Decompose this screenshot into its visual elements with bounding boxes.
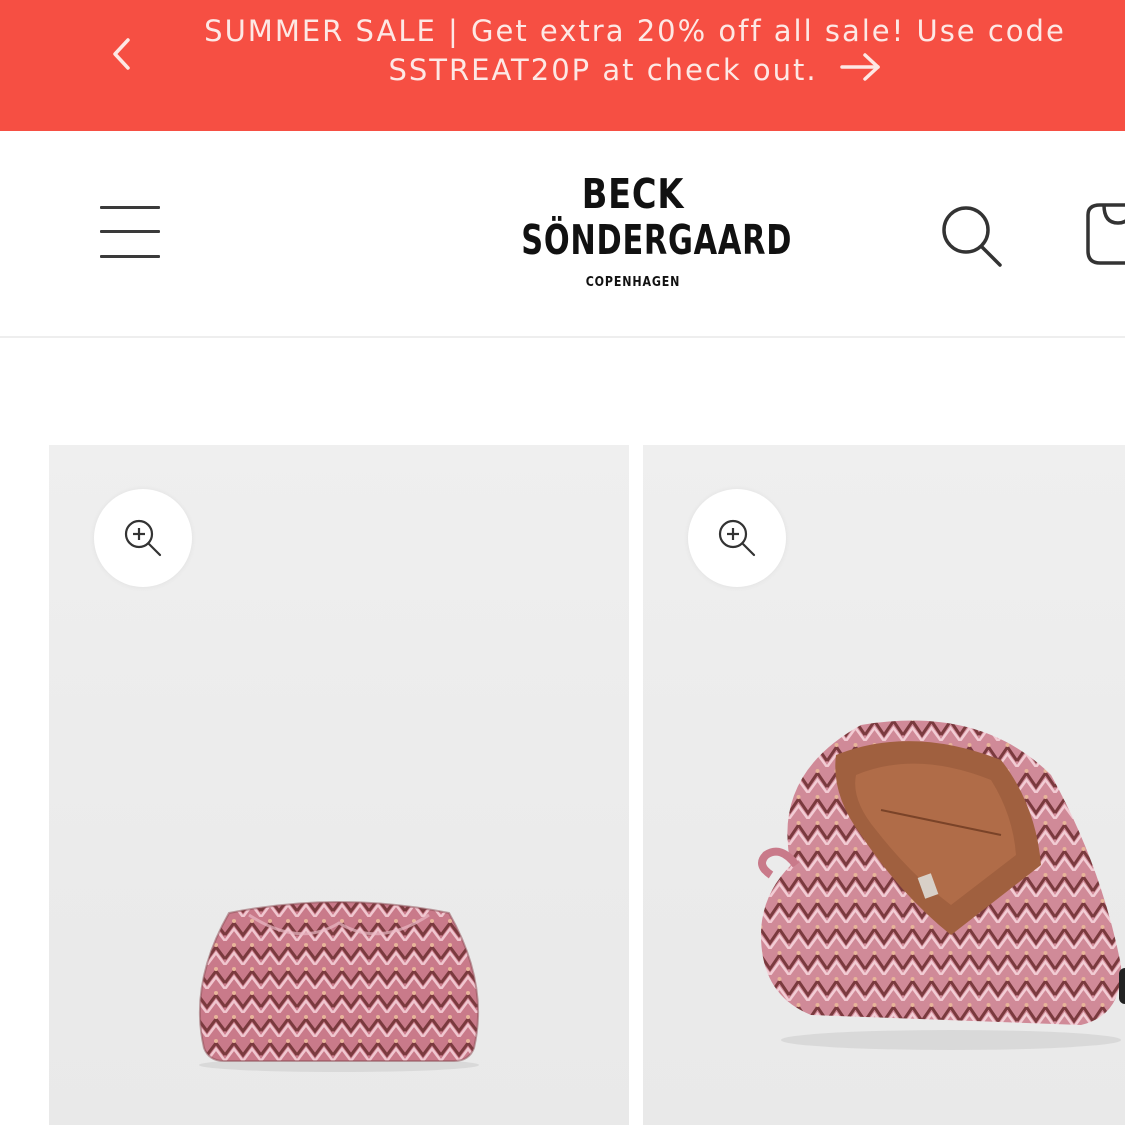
product-image-2[interactable] xyxy=(643,445,1125,1125)
zoom-in-icon xyxy=(124,519,162,557)
search-button[interactable] xyxy=(938,203,1006,271)
clutch-bag-image xyxy=(198,901,480,1072)
search-icon xyxy=(942,206,1002,267)
site-header: BECK SÖNDERGAARD COPENHAGEN xyxy=(0,131,1125,338)
zoom-in-icon xyxy=(718,519,756,557)
announcement-line-1: SUMMER SALE | Get extra 20% off all sale… xyxy=(204,14,1066,48)
zoom-button[interactable] xyxy=(688,489,786,587)
logo-line-2: SÖNDERGAARD xyxy=(521,216,793,264)
clutch-bag-open-image xyxy=(758,720,1122,1050)
chevron-left-icon xyxy=(113,38,130,70)
announcement-bar: SUMMER SALE | Get extra 20% off all sale… xyxy=(0,0,1125,131)
zoom-button[interactable] xyxy=(94,489,192,587)
product-image-1[interactable] xyxy=(49,445,629,1125)
arrow-right-icon[interactable] xyxy=(839,52,882,92)
menu-button[interactable] xyxy=(96,201,164,263)
announcement-message[interactable]: SUMMER SALE | Get extra 20% off all sale… xyxy=(180,12,1090,92)
logo-line-1: BECK xyxy=(581,170,685,218)
slider-next-indicator[interactable] xyxy=(1119,968,1125,1004)
product-gallery xyxy=(0,338,1125,1125)
announcement-prev-button[interactable] xyxy=(102,34,142,74)
logo-line-3: COPENHAGEN xyxy=(585,275,681,290)
announcement-line-2: SSTREAT20P at check out. xyxy=(388,53,818,87)
brand-logo[interactable]: BECK SÖNDERGAARD COPENHAGEN xyxy=(482,170,793,290)
cart-button[interactable] xyxy=(1082,201,1125,271)
cart-icon xyxy=(1086,203,1125,265)
